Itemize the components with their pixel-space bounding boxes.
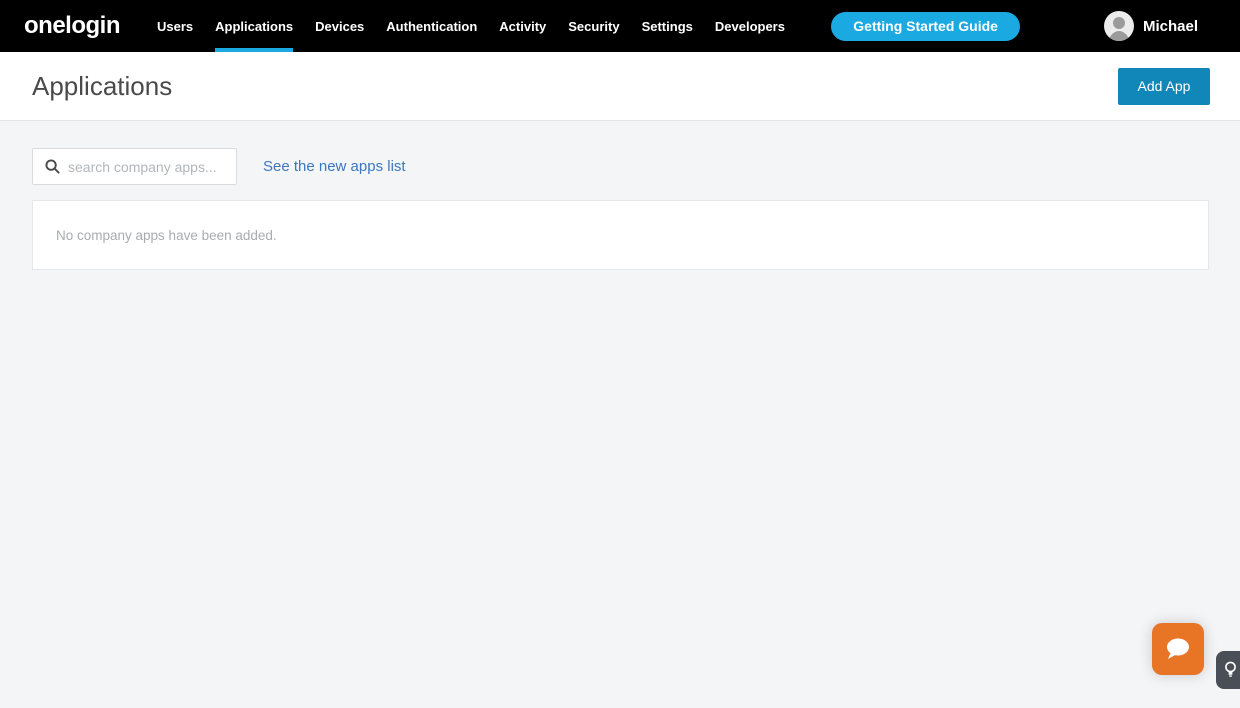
- nav-item-activity[interactable]: Activity: [488, 0, 557, 52]
- nav-item-label: Developers: [715, 19, 785, 34]
- user-name: Michael: [1143, 18, 1198, 35]
- top-nav-bar: onelogin Users Applications Devices Auth…: [0, 0, 1240, 52]
- nav-item-label: Authentication: [386, 19, 477, 34]
- nav-item-developers[interactable]: Developers: [704, 0, 796, 52]
- person-silhouette-icon: [1108, 31, 1130, 41]
- nav-item-label: Security: [568, 19, 619, 34]
- page-title: Applications: [32, 71, 172, 102]
- nav-item-settings[interactable]: Settings: [631, 0, 704, 52]
- onelogin-logo: onelogin: [24, 12, 120, 40]
- user-menu[interactable]: Michael: [1104, 11, 1198, 41]
- empty-apps-panel: No company apps have been added.: [32, 200, 1209, 270]
- chat-widget-button[interactable]: [1152, 623, 1204, 675]
- nav-item-label: Settings: [642, 19, 693, 34]
- nav-items: Users Applications Devices Authenticatio…: [146, 0, 796, 52]
- nav-item-authentication[interactable]: Authentication: [375, 0, 488, 52]
- chat-bubble-icon: [1163, 636, 1193, 662]
- nav-item-applications[interactable]: Applications: [204, 0, 304, 52]
- page-header: Applications Add App: [0, 52, 1240, 121]
- search-box[interactable]: [32, 148, 237, 185]
- nav-item-label: Activity: [499, 19, 546, 34]
- empty-state-message: No company apps have been added.: [56, 228, 277, 243]
- see-new-apps-list-link[interactable]: See the new apps list: [263, 158, 406, 175]
- getting-started-guide-button[interactable]: Getting Started Guide: [831, 12, 1020, 41]
- nav-item-devices[interactable]: Devices: [304, 0, 375, 52]
- nav-item-users[interactable]: Users: [146, 0, 204, 52]
- add-app-button[interactable]: Add App: [1118, 68, 1210, 105]
- nav-item-label: Applications: [215, 19, 293, 34]
- person-silhouette-icon: [1113, 17, 1125, 29]
- feedback-tab-button[interactable]: [1216, 651, 1240, 689]
- user-avatar: [1104, 11, 1134, 41]
- search-company-apps-input[interactable]: [68, 159, 226, 175]
- active-tab-underline: [215, 48, 293, 52]
- nav-item-label: Devices: [315, 19, 364, 34]
- search-row: See the new apps list: [32, 148, 1209, 185]
- lightbulb-icon: [1224, 661, 1237, 679]
- main-content: See the new apps list No company apps ha…: [0, 121, 1240, 270]
- search-icon: [45, 159, 60, 174]
- nav-item-label: Users: [157, 19, 193, 34]
- nav-item-security[interactable]: Security: [557, 0, 630, 52]
